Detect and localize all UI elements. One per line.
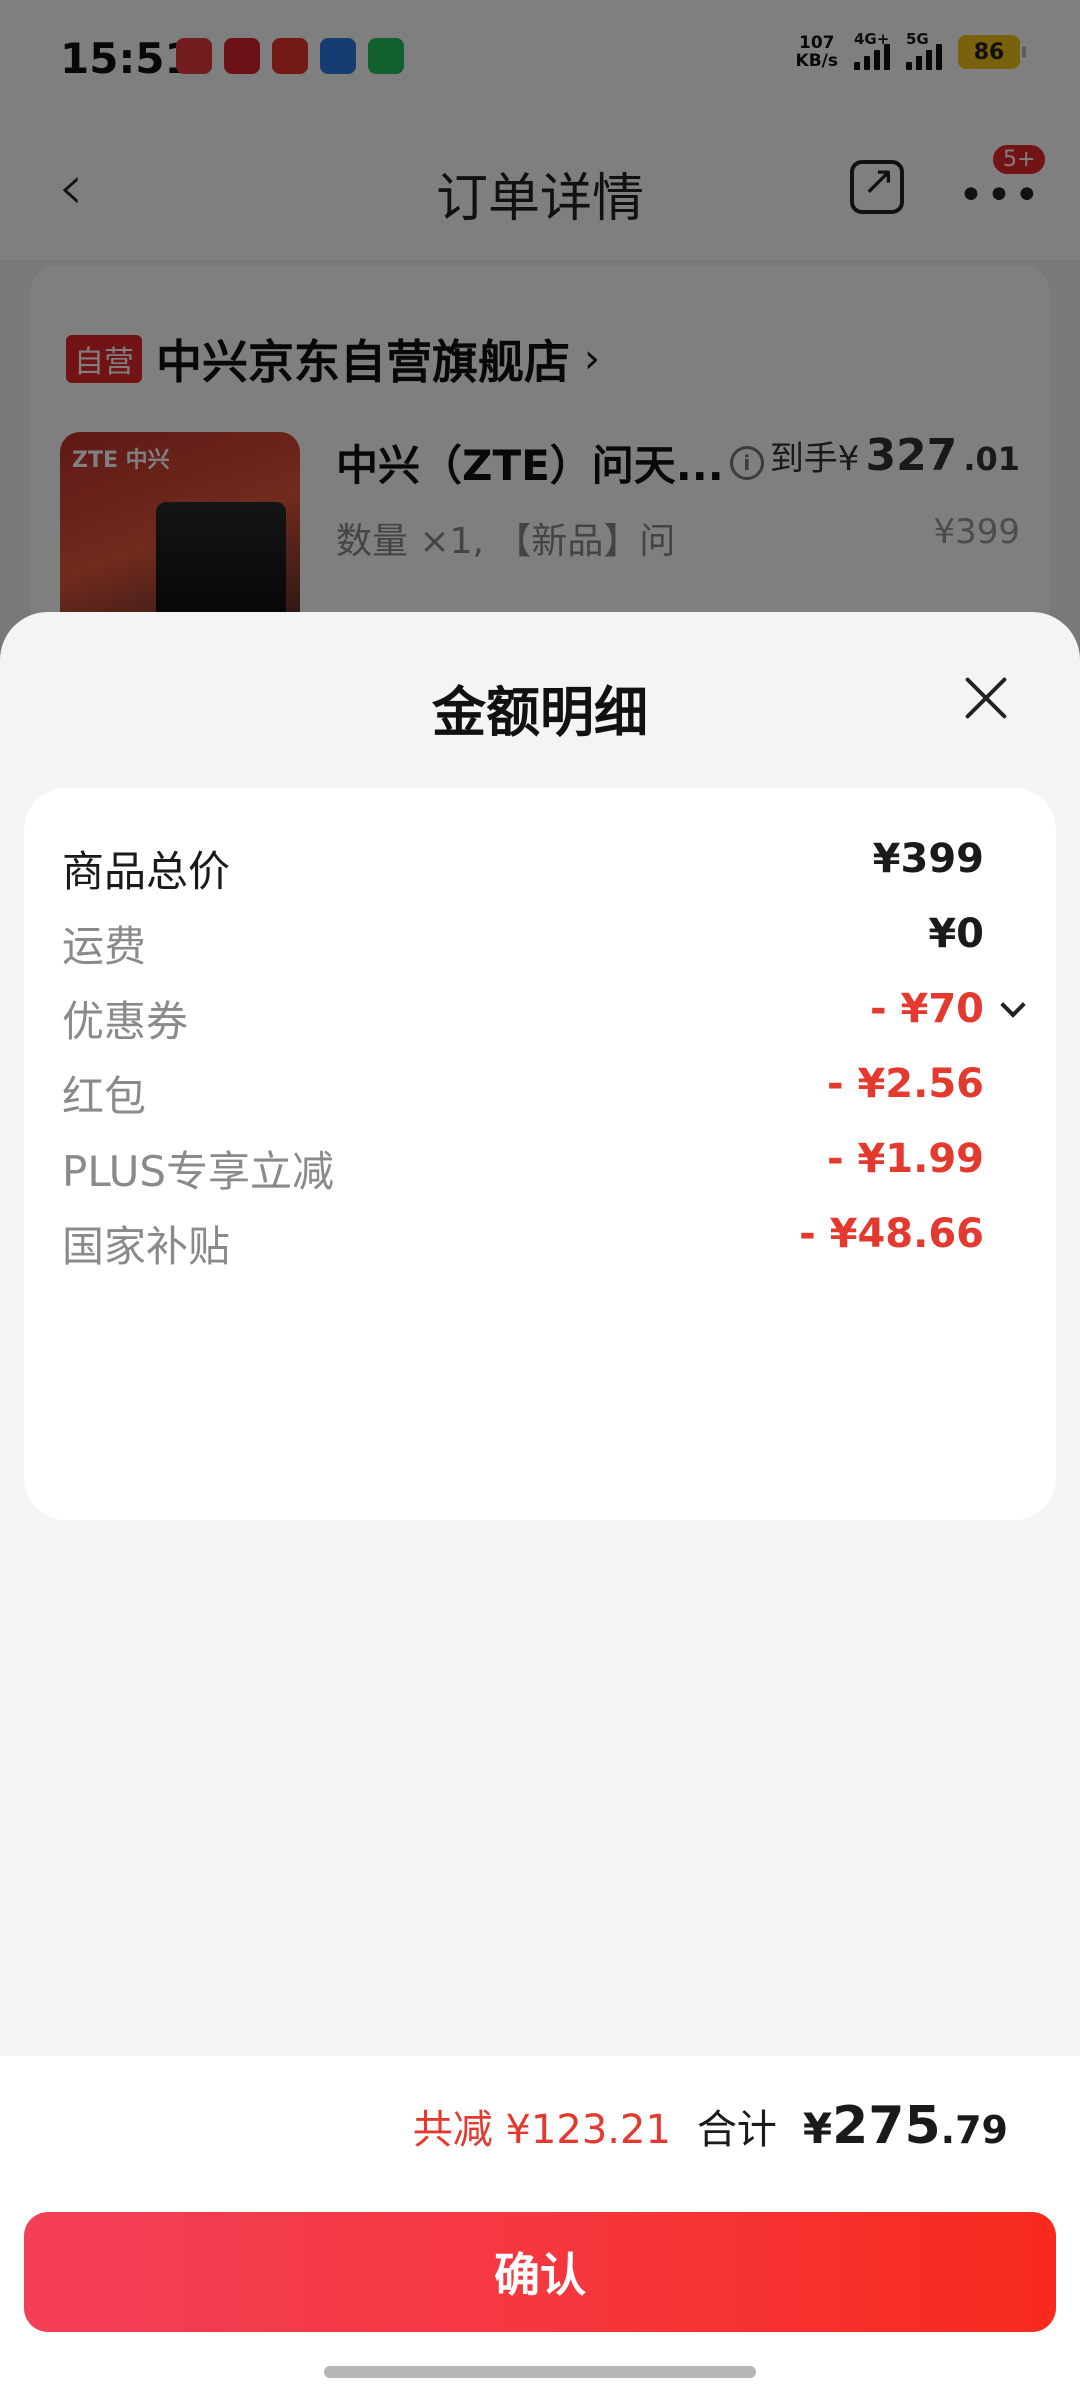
row-value: ¥0 — [928, 911, 984, 957]
total-int: 275 — [832, 2096, 941, 2156]
total-label: 合计 — [696, 2107, 777, 2153]
home-indicator[interactable] — [324, 2366, 756, 2378]
row-label: 商品总价 — [62, 847, 231, 896]
row-label: 运费 — [62, 922, 147, 971]
row-plus-discount: PLUS专享立减 - ¥1.99 — [24, 1124, 1056, 1204]
row-goods-total: 商品总价 ¥399 — [24, 824, 1056, 904]
amount-detail-sheet: 金额明细 商品总价 ¥399 运费 ¥0 优惠券 - ¥70 红包 - ¥2.5… — [0, 612, 1080, 2400]
row-coupon[interactable]: 优惠券 - ¥70 — [24, 974, 1056, 1054]
total-amount: ¥275.79 — [803, 2096, 1008, 2156]
row-national-subsidy: 国家补贴 - ¥48.66 — [24, 1199, 1056, 1279]
total-saved: 共减 ¥123.21 — [412, 2107, 671, 2153]
total-currency: ¥ — [802, 2104, 833, 2153]
row-label: PLUS专享立减 — [62, 1147, 335, 1196]
row-value: - ¥70 — [869, 986, 984, 1032]
row-label: 优惠券 — [62, 997, 189, 1046]
row-value: - ¥1.99 — [826, 1136, 984, 1182]
close-icon[interactable] — [956, 668, 1016, 728]
total-dec: .79 — [940, 2108, 1008, 2152]
row-red-packet: 红包 - ¥2.56 — [24, 1049, 1056, 1129]
chevron-down-icon[interactable] — [1000, 992, 1026, 1018]
summary-bar: 共减 ¥123.21 合计 ¥275.79 — [0, 2056, 1080, 2190]
footer: 确认 — [0, 2190, 1080, 2400]
row-value: - ¥2.56 — [826, 1061, 984, 1107]
row-value: ¥399 — [872, 836, 984, 882]
amount-detail-card: 商品总价 ¥399 运费 ¥0 优惠券 - ¥70 红包 - ¥2.56 PLU… — [24, 788, 1056, 1520]
confirm-button[interactable]: 确认 — [24, 2212, 1056, 2332]
row-label: 国家补贴 — [62, 1222, 231, 1271]
row-shipping: 运费 ¥0 — [24, 899, 1056, 979]
row-value: - ¥48.66 — [799, 1211, 984, 1257]
row-label: 红包 — [62, 1072, 147, 1121]
sheet-title: 金额明细 — [432, 681, 648, 744]
